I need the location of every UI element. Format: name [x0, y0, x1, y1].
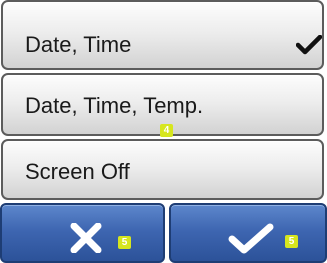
confirm-button[interactable]: 5	[169, 203, 327, 263]
option-label: Date, Time, Temp.	[25, 93, 204, 118]
option-date-time[interactable]: Date, Time	[1, 0, 324, 70]
step-badge: 4	[160, 124, 173, 137]
check-icon	[295, 34, 323, 60]
check-icon	[228, 223, 274, 260]
close-icon	[70, 222, 102, 258]
cancel-button[interactable]: 5	[0, 203, 165, 263]
option-screen-off[interactable]: Screen Off	[1, 139, 324, 200]
display-options-screen: Date, Time Date, Time, Temp. 4 Screen Of…	[0, 0, 327, 263]
step-badge: 5	[285, 235, 298, 248]
option-label: Date, Time	[25, 32, 132, 57]
step-badge: 5	[118, 236, 131, 249]
option-label: Screen Off	[25, 159, 130, 184]
